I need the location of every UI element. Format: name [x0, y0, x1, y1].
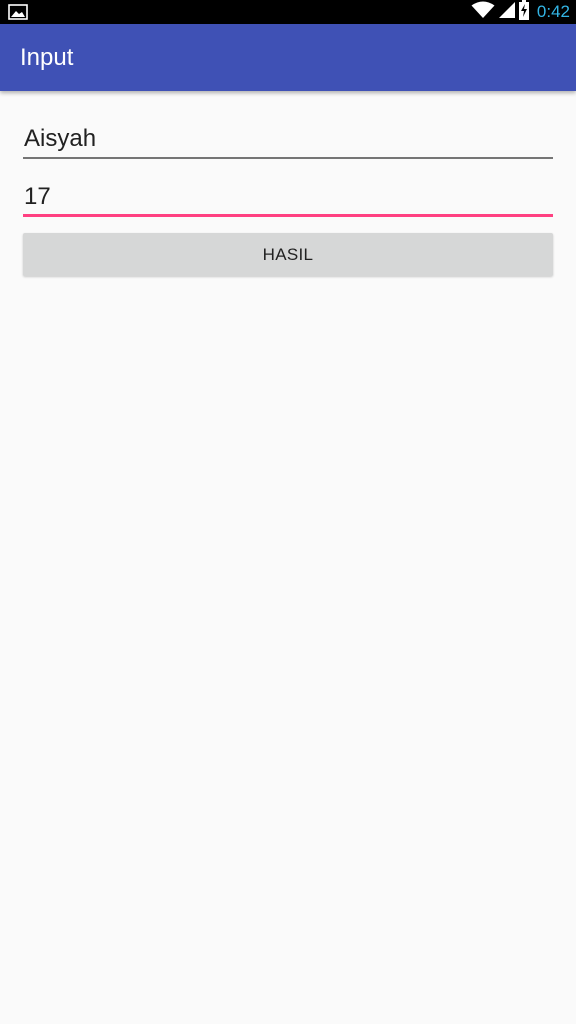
age-field-underline — [23, 214, 553, 217]
status-icons: 0:42 — [471, 0, 570, 24]
status-time: 0:42 — [536, 2, 570, 21]
image-icon — [8, 4, 28, 20]
hasil-button[interactable]: HASIL — [23, 233, 553, 276]
signal-icon — [498, 1, 515, 24]
battery-charging-icon — [518, 0, 529, 25]
page-title: Input — [20, 44, 74, 71]
app-bar: Input — [0, 24, 576, 91]
name-field[interactable] — [23, 118, 553, 160]
age-field[interactable] — [23, 176, 553, 218]
name-field-container — [23, 118, 553, 162]
age-field-container — [23, 176, 553, 220]
status-bar: 0:42 — [0, 0, 576, 24]
wifi-icon — [471, 1, 495, 24]
name-field-underline — [23, 157, 553, 159]
